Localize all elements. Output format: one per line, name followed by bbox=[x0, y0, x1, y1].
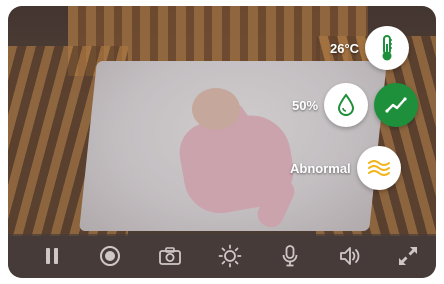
trend-chart-icon bbox=[385, 96, 407, 114]
pause-button[interactable] bbox=[40, 244, 64, 268]
pause-icon bbox=[44, 246, 60, 266]
brightness-button[interactable] bbox=[218, 244, 242, 268]
temperature-reading: 26°C bbox=[330, 26, 410, 70]
humidity-value: 50% bbox=[292, 97, 319, 113]
fullscreen-icon bbox=[397, 245, 419, 267]
temperature-value: 26°C bbox=[330, 40, 360, 56]
breathing-value: Abnormal bbox=[290, 160, 351, 176]
humidity-reading: 50% bbox=[292, 83, 419, 127]
breathing-button[interactable] bbox=[356, 146, 401, 190]
brightness-icon bbox=[218, 244, 242, 268]
snapshot-button[interactable] bbox=[158, 244, 182, 268]
fullscreen-button[interactable] bbox=[396, 244, 420, 268]
breathing-reading: Abnormal bbox=[290, 146, 401, 190]
speaker-button[interactable] bbox=[338, 244, 362, 268]
temperature-button[interactable] bbox=[365, 26, 410, 70]
thermometer-icon bbox=[379, 34, 395, 62]
trend-chart-button[interactable] bbox=[374, 83, 419, 127]
record-icon bbox=[99, 245, 121, 267]
camera-feed: 26°C 50% Abnormal bbox=[8, 6, 436, 278]
video-toolbar bbox=[8, 234, 436, 278]
droplet-icon bbox=[336, 93, 356, 117]
speaker-icon bbox=[338, 245, 362, 267]
camera-icon bbox=[158, 246, 182, 266]
record-button[interactable] bbox=[98, 244, 122, 268]
waves-icon bbox=[367, 158, 391, 178]
microphone-icon bbox=[281, 244, 299, 268]
microphone-button[interactable] bbox=[278, 244, 302, 268]
humidity-button[interactable] bbox=[324, 83, 369, 127]
